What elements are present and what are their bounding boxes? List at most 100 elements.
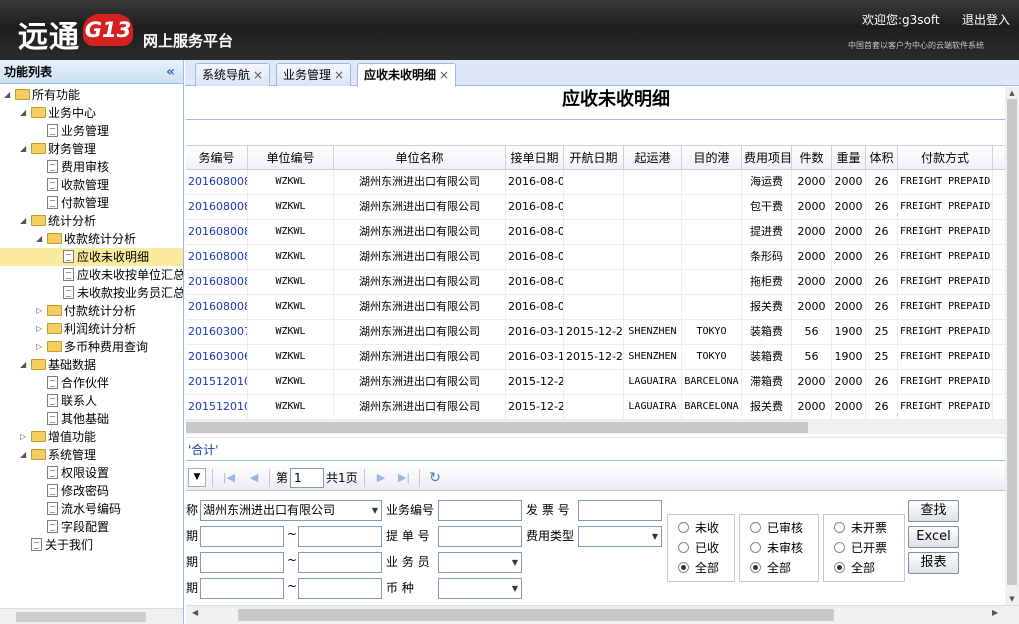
- close-icon[interactable]: ×: [253, 68, 263, 82]
- tree-node[interactable]: 收款管理: [0, 176, 183, 194]
- collapsed-arrow-icon[interactable]: ▷: [36, 320, 47, 338]
- column-header[interactable]: 件数: [792, 146, 832, 170]
- date-range-2-end[interactable]: [298, 552, 382, 573]
- column-header[interactable]: 单位名称: [334, 146, 506, 170]
- fee-type-select[interactable]: [578, 526, 662, 547]
- expanded-arrow-icon[interactable]: ◢: [20, 140, 31, 158]
- scrollbar-thumb[interactable]: [16, 612, 146, 622]
- tree-node[interactable]: 修改密码: [0, 482, 183, 500]
- expanded-arrow-icon[interactable]: ◢: [20, 212, 31, 230]
- invoice-no-input[interactable]: [578, 500, 662, 521]
- close-icon[interactable]: ×: [439, 68, 449, 82]
- scrollbar-thumb[interactable]: [238, 609, 834, 621]
- tree-node[interactable]: 关于我们: [0, 536, 183, 554]
- tree-node[interactable]: ◢ 收款统计分析: [0, 230, 183, 248]
- expanded-arrow-icon[interactable]: ◢: [4, 86, 15, 104]
- table-row[interactable]: 201512010WZKWL湖州东洲进出口有限公司2015-12-23 LAGUA…: [186, 370, 1006, 395]
- salesman-select[interactable]: [438, 552, 522, 573]
- prev-page-icon[interactable]: ◀: [247, 469, 261, 487]
- tree-node[interactable]: ◢ 系统管理: [0, 446, 183, 464]
- date-range-1-end[interactable]: [298, 526, 382, 547]
- column-header[interactable]: 目的港: [682, 146, 742, 170]
- radio-all-receipt[interactable]: 全部: [678, 558, 719, 578]
- column-header[interactable]: 开航日期: [564, 146, 624, 170]
- tree-node[interactable]: 业务管理: [0, 122, 183, 140]
- tree-node[interactable]: 权限设置: [0, 464, 183, 482]
- sidebar-horizontal-scrollbar[interactable]: [0, 608, 183, 624]
- radio-received[interactable]: 已收: [678, 538, 719, 558]
- scroll-down-icon[interactable]: ▼: [1005, 593, 1019, 605]
- unit-select[interactable]: 湖州东洲进出口有限公司: [200, 500, 382, 521]
- page-size-select[interactable]: ▼: [188, 468, 206, 487]
- date-range-2-start[interactable]: [200, 552, 284, 573]
- refresh-icon[interactable]: ↻: [428, 469, 442, 487]
- tree-node[interactable]: 其他基础: [0, 410, 183, 428]
- table-row[interactable]: 201512010WZKWL湖州东洲进出口有限公司2015-12-23 LAGUA…: [186, 395, 1006, 420]
- table-row[interactable]: 201603006WZKWL湖州东洲进出口有限公司2016-03-142015-…: [186, 345, 1006, 370]
- column-header[interactable]: 接单日期: [506, 146, 564, 170]
- expanded-arrow-icon[interactable]: ◢: [20, 104, 31, 122]
- search-button[interactable]: 查找: [908, 500, 959, 522]
- bill-no-input[interactable]: [438, 526, 522, 547]
- tree-node[interactable]: ◢ 所有功能: [0, 86, 183, 104]
- logout-link[interactable]: 退出登入: [962, 11, 1010, 28]
- tab-business-management[interactable]: 业务管理 ×: [276, 63, 352, 86]
- expanded-arrow-icon[interactable]: ◢: [36, 230, 47, 248]
- table-row[interactable]: 201608008WZKWL湖州东洲进出口有限公司2016-08-05包干费20…: [186, 195, 1006, 220]
- table-row[interactable]: 201608008WZKWL湖州东洲进出口有限公司2016-08-05提进费20…: [186, 220, 1006, 245]
- column-header[interactable]: 费用项目: [742, 146, 792, 170]
- radio-uninvoiced[interactable]: 未开票: [834, 518, 887, 538]
- table-row[interactable]: 201603007WZKWL湖州东洲进出口有限公司2016-03-142015-…: [186, 320, 1006, 345]
- column-header[interactable]: 务编号: [186, 146, 248, 170]
- tree-node[interactable]: 联系人: [0, 392, 183, 410]
- first-page-icon[interactable]: |◀: [222, 469, 236, 487]
- column-header[interactable]: 重量: [832, 146, 866, 170]
- tab-receivable-detail[interactable]: 应收未收明细 ×: [357, 63, 457, 87]
- tree-node[interactable]: ▷ 付款统计分析: [0, 302, 183, 320]
- tree-node[interactable]: ▷ 增值功能: [0, 428, 183, 446]
- tab-system-nav[interactable]: 系统导航 ×: [195, 63, 271, 86]
- scrollbar-thumb[interactable]: [1007, 99, 1017, 585]
- scroll-right-icon[interactable]: ▶: [992, 608, 998, 617]
- radio-all-audit[interactable]: 全部: [750, 558, 791, 578]
- collapse-icon[interactable]: «: [166, 60, 175, 84]
- scroll-left-icon[interactable]: ◀: [192, 608, 198, 617]
- content-horizontal-scrollbar[interactable]: ◀ ▶: [186, 605, 1019, 624]
- date-range-3-start[interactable]: [200, 578, 284, 599]
- collapsed-arrow-icon[interactable]: ▷: [36, 338, 47, 356]
- table-row[interactable]: 201608008WZKWL湖州东洲进出口有限公司2016-08-05海运费20…: [186, 170, 1006, 195]
- last-page-icon[interactable]: ▶|: [397, 469, 411, 487]
- tree-node[interactable]: 应收未收按单位汇总: [0, 266, 183, 284]
- grid-horizontal-scrollbar[interactable]: [186, 420, 1006, 434]
- table-row[interactable]: 201608008WZKWL湖州东洲进出口有限公司2016-08-05报关费20…: [186, 295, 1006, 320]
- column-header[interactable]: 体积: [866, 146, 898, 170]
- tree-node[interactable]: ▷ 多币种费用查询: [0, 338, 183, 356]
- column-header[interactable]: 单位编号: [248, 146, 334, 170]
- radio-audited[interactable]: 已审核: [750, 518, 803, 538]
- expanded-arrow-icon[interactable]: ◢: [20, 356, 31, 374]
- tree-node[interactable]: 付款管理: [0, 194, 183, 212]
- tree-node[interactable]: 合作伙伴: [0, 374, 183, 392]
- business-no-input[interactable]: [438, 500, 522, 521]
- excel-button[interactable]: Excel: [908, 526, 959, 548]
- tree-node[interactable]: 字段配置: [0, 518, 183, 536]
- scrollbar-thumb[interactable]: [186, 422, 808, 433]
- next-page-icon[interactable]: ▶: [374, 469, 388, 487]
- radio-unaudited[interactable]: 未审核: [750, 538, 803, 558]
- column-header[interactable]: 付款方式: [898, 146, 993, 170]
- tree-node[interactable]: 未收款按业务员汇总: [0, 284, 183, 302]
- radio-unreceived[interactable]: 未收: [678, 518, 719, 538]
- tree-node[interactable]: ◢ 财务管理: [0, 140, 183, 158]
- page-number-input[interactable]: 1: [290, 468, 324, 488]
- column-header[interactable]: 起运港: [624, 146, 682, 170]
- table-row[interactable]: 201608008WZKWL湖州东洲进出口有限公司2016-08-05条形码20…: [186, 245, 1006, 270]
- tree-node[interactable]: ▷ 利润统计分析: [0, 320, 183, 338]
- tree-node[interactable]: 流水号编码: [0, 500, 183, 518]
- tree-node[interactable]: 应收未收明细: [0, 248, 183, 266]
- tree-node[interactable]: ◢ 统计分析: [0, 212, 183, 230]
- table-row[interactable]: 201608008WZKWL湖州东洲进出口有限公司2016-08-05拖柜费20…: [186, 270, 1006, 295]
- collapsed-arrow-icon[interactable]: ▷: [36, 302, 47, 320]
- radio-all-invoice[interactable]: 全部: [834, 558, 875, 578]
- expanded-arrow-icon[interactable]: ◢: [20, 446, 31, 464]
- currency-select[interactable]: [438, 578, 522, 599]
